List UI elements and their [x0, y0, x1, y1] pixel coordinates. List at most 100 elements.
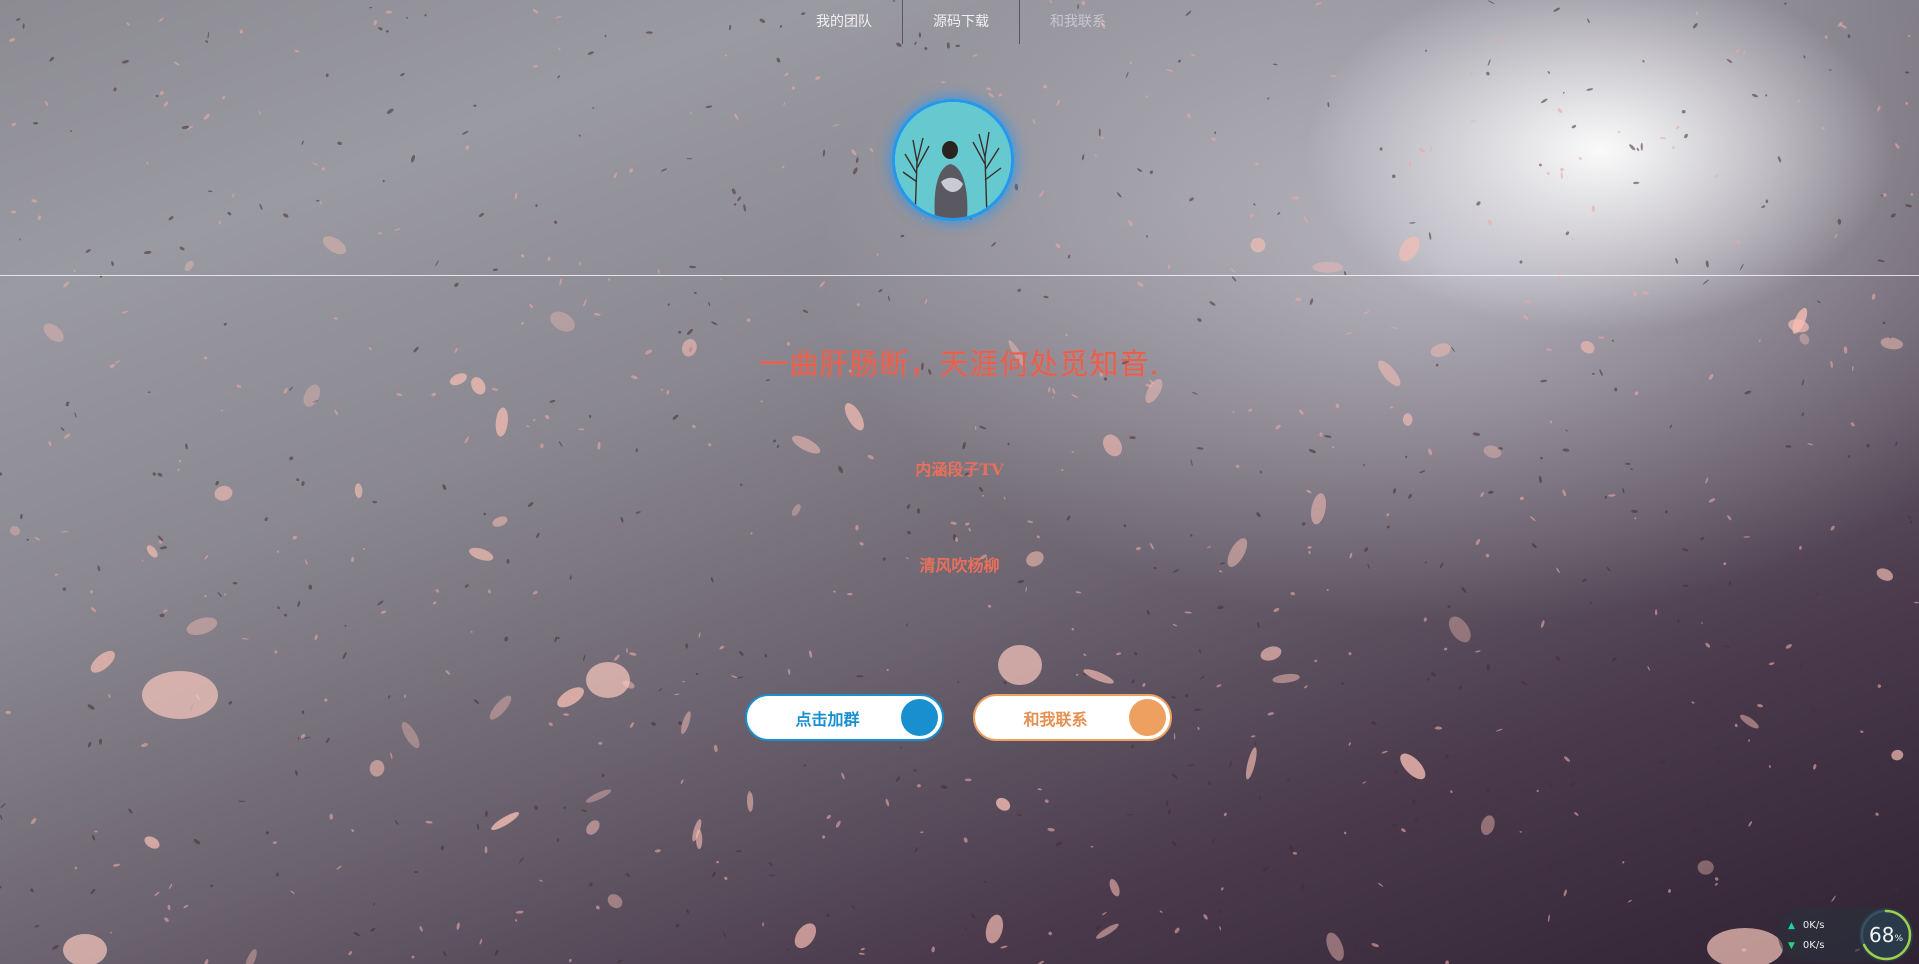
petal-speck — [906, 504, 911, 509]
page-headline: 一曲肝肠断，天涯何处觅知音. — [759, 347, 1160, 381]
petal-speck — [265, 831, 269, 835]
petal-speck — [167, 904, 171, 911]
avatar[interactable] — [892, 99, 1014, 221]
petal-speck — [594, 312, 601, 316]
petal-speck — [1496, 728, 1503, 732]
petal-speck — [1052, 387, 1056, 395]
cherry-petal — [489, 695, 512, 720]
petal-speck — [548, 722, 553, 726]
petal-speck — [1348, 742, 1351, 746]
petal-speck — [1219, 926, 1221, 931]
petal-speck — [110, 931, 112, 934]
petal-speck — [1218, 909, 1223, 914]
petal-speck — [1597, 848, 1600, 853]
network-monitor-widget[interactable]: ▲ 0K/s ▼ 0K/s 68% — [1778, 908, 1914, 962]
petal-speck — [1075, 673, 1079, 676]
petal-speck — [722, 931, 727, 938]
petal-speck — [1223, 812, 1227, 817]
petal-speck — [333, 317, 338, 320]
nav-item-contact-me[interactable]: 和我联系 — [1020, 0, 1136, 44]
petal-speck — [1287, 779, 1290, 782]
petal-speck — [193, 839, 201, 845]
petal-speck — [0, 815, 3, 820]
contact-me-button[interactable]: 和我联系 — [973, 694, 1172, 741]
petal-speck — [1831, 895, 1836, 902]
petal-speck — [1548, 865, 1552, 873]
petal-speck — [589, 882, 593, 887]
petal-speck — [1882, 321, 1886, 325]
petal-speck — [540, 443, 544, 449]
petal-speck — [1785, 644, 1792, 649]
petal-speck — [1428, 448, 1433, 456]
petal-speck — [121, 310, 129, 314]
petal-speck — [1811, 812, 1817, 820]
petal-speck — [1172, 624, 1177, 627]
petal-speck — [473, 698, 480, 705]
petal-speck — [1171, 773, 1178, 779]
petal-speck — [1171, 840, 1177, 847]
petal-speck — [1431, 671, 1436, 677]
petal-speck — [746, 318, 751, 323]
petal-speck — [204, 959, 209, 964]
petal-speck — [0, 803, 6, 809]
petal-speck — [1262, 866, 1269, 872]
petal-speck — [1634, 391, 1639, 396]
petal-speck — [1304, 685, 1308, 689]
large-cherry-petal — [142, 671, 218, 719]
petal-speck — [48, 441, 52, 447]
petal-speck — [740, 483, 743, 487]
join-group-toggle-dot — [901, 699, 938, 736]
petal-speck — [787, 668, 791, 675]
petal-speck — [1728, 580, 1732, 586]
petal-speck — [1220, 887, 1224, 891]
cherry-petal — [369, 760, 385, 777]
petal-speck — [476, 823, 480, 831]
petal-speck — [1189, 534, 1193, 537]
petal-speck — [1319, 432, 1323, 437]
upload-speed-row: ▲ 0K/s — [1788, 920, 1824, 931]
petal-speck — [974, 426, 977, 431]
usage-readout: 68% — [1859, 908, 1913, 962]
cherry-petal — [1109, 879, 1120, 897]
petal-speck — [276, 872, 279, 877]
petal-speck — [1549, 420, 1552, 424]
petal-speck — [372, 500, 378, 504]
petal-speck — [394, 820, 399, 825]
petal-speck — [1095, 925, 1102, 931]
join-group-button[interactable]: 点击加群 — [745, 694, 944, 741]
petal-speck — [847, 592, 853, 596]
nav-item-source-download[interactable]: 源码下载 — [903, 0, 1020, 44]
petal-speck — [1799, 665, 1802, 668]
petal-speck — [1090, 845, 1094, 848]
petal-speck — [821, 835, 826, 839]
petal-speck — [698, 632, 701, 638]
petal-speck — [1682, 584, 1689, 587]
petal-speck — [682, 680, 685, 683]
petal-speck — [1475, 538, 1481, 546]
cherry-petal — [1272, 673, 1300, 684]
petal-speck — [545, 415, 550, 420]
petal-speck — [1700, 622, 1704, 624]
usage-value: 68 — [1868, 923, 1895, 947]
petal-speck — [1362, 781, 1367, 784]
petal-speck — [558, 441, 563, 447]
petal-speck — [159, 546, 168, 550]
petal-speck — [719, 645, 725, 650]
petal-speck — [1065, 333, 1068, 337]
petal-speck — [686, 909, 690, 914]
petal-speck — [1326, 588, 1329, 591]
petal-speck — [1386, 525, 1390, 529]
petal-speck — [1531, 543, 1537, 549]
petal-speck — [454, 282, 459, 288]
petal-speck — [414, 870, 418, 874]
petal-speck — [224, 593, 226, 596]
nav-item-my-team[interactable]: 我的团队 — [786, 0, 903, 44]
petal-speck — [963, 837, 968, 843]
top-nav: 我的团队 源码下载 和我联系 — [786, 0, 1136, 44]
petal-speck — [1267, 712, 1275, 716]
petal-speck — [1523, 300, 1532, 303]
petal-speck — [1003, 681, 1007, 685]
petal-speck — [1390, 406, 1394, 409]
petal-speck — [1003, 496, 1006, 501]
petal-speck — [1816, 592, 1819, 597]
